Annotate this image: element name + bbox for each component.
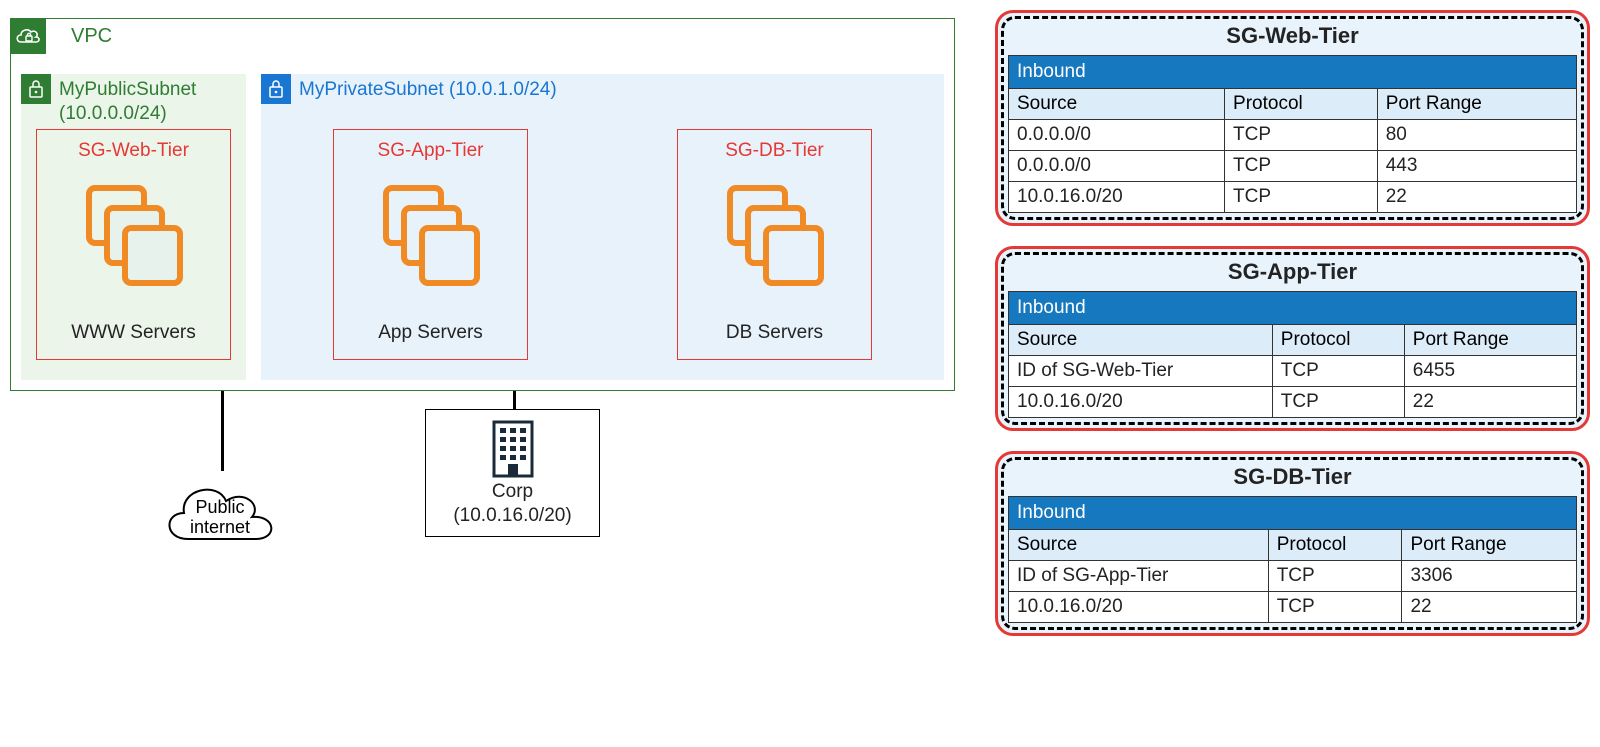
sg-app-tier-box: SG-App-Tier App Servers [333, 129, 528, 360]
sg-web-tier-title: SG-Web-Tier [42, 140, 225, 162]
corp-name: Corp [440, 480, 585, 504]
cell-source: ID of SG-App-Tier [1009, 561, 1269, 592]
table-row: ID of SG-Web-TierTCP6455 [1009, 356, 1577, 387]
inbound-header: Inbound [1009, 292, 1577, 325]
app-servers-label: App Servers [339, 322, 522, 344]
sg-app-tier-rules: SG-App-Tier Inbound Source Protocol Port… [995, 246, 1590, 431]
col-port: Port Range [1404, 325, 1576, 356]
table-row: 10.0.16.0/20TCP22 [1009, 182, 1577, 213]
cell-port: 443 [1377, 151, 1576, 182]
db-servers-label: DB Servers [683, 322, 866, 344]
instances-stack-icon [74, 180, 194, 300]
col-protocol: Protocol [1272, 325, 1404, 356]
col-source: Source [1009, 89, 1225, 120]
building-icon [488, 418, 538, 478]
public-subnet: MyPublicSubnet (10.0.0.0/24) SG-Web-Tier… [21, 74, 246, 380]
cell-source: 0.0.0.0/0 [1009, 120, 1225, 151]
sg-app-rules-table: Inbound Source Protocol Port Range ID of… [1008, 291, 1577, 418]
instances-stack-icon [371, 180, 491, 300]
sg-app-tier-title: SG-App-Tier [339, 140, 522, 162]
sg-db-tier-box: SG-DB-Tier DB Servers [677, 129, 872, 360]
table-row: 0.0.0.0/0TCP80 [1009, 120, 1577, 151]
cell-source: 10.0.16.0/20 [1009, 387, 1273, 418]
sg-db-tier-rules: SG-DB-Tier Inbound Source Protocol Port … [995, 451, 1590, 636]
sg-app-rules-title: SG-App-Tier [1008, 259, 1577, 285]
cell-protocol: TCP [1272, 387, 1404, 418]
cell-port: 22 [1402, 592, 1577, 623]
cell-port: 3306 [1402, 561, 1577, 592]
www-servers-label: WWW Servers [42, 322, 225, 344]
private-subnet: MyPrivateSubnet (10.0.1.0/24) SG-App-Tie… [261, 74, 944, 380]
cell-port: 6455 [1404, 356, 1576, 387]
col-protocol: Protocol [1225, 89, 1378, 120]
cell-protocol: TCP [1225, 120, 1378, 151]
cell-port: 22 [1377, 182, 1576, 213]
inbound-header: Inbound [1009, 56, 1577, 89]
lock-icon [21, 74, 51, 104]
sg-web-rules-title: SG-Web-Tier [1008, 23, 1577, 49]
cell-port: 80 [1377, 120, 1576, 151]
col-source: Source [1009, 530, 1269, 561]
vpc-container: VPC MyPublicSubnet (10.0.0.0/24) SG-Web-… [10, 18, 955, 391]
cloud-icon: Public internet [158, 471, 283, 551]
sg-web-rules-table: Inbound Source Protocol Port Range 0.0.0… [1008, 55, 1577, 213]
inbound-header: Inbound [1009, 497, 1577, 530]
instances-stack-icon [715, 180, 835, 300]
private-subnet-label: MyPrivateSubnet (10.0.1.0/24) [299, 78, 557, 102]
cloud-lock-icon [10, 18, 46, 54]
cell-protocol: TCP [1225, 151, 1378, 182]
corp-cidr: (10.0.16.0/20) [440, 504, 585, 528]
svg-text:internet: internet [190, 517, 250, 537]
table-row: ID of SG-App-TierTCP3306 [1009, 561, 1577, 592]
vpc-label: VPC [71, 25, 112, 48]
cell-source: 0.0.0.0/0 [1009, 151, 1225, 182]
corp-box: Corp (10.0.16.0/20) [425, 409, 600, 537]
sg-db-tier-title: SG-DB-Tier [683, 140, 866, 162]
cell-protocol: TCP [1268, 592, 1402, 623]
architecture-panel: VPC MyPublicSubnet (10.0.0.0/24) SG-Web-… [10, 10, 955, 606]
sg-web-tier-box: SG-Web-Tier WWW Servers [36, 129, 231, 360]
public-internet: Public internet [158, 471, 283, 551]
external-entities: Public internet [10, 391, 955, 606]
subnets-row: MyPublicSubnet (10.0.0.0/24) SG-Web-Tier… [21, 74, 944, 380]
sg-web-rows: 0.0.0.0/0TCP800.0.0.0/0TCP44310.0.16.0/2… [1009, 120, 1577, 213]
cell-port: 22 [1404, 387, 1576, 418]
col-source: Source [1009, 325, 1273, 356]
cell-protocol: TCP [1272, 356, 1404, 387]
cell-protocol: TCP [1225, 182, 1378, 213]
col-port: Port Range [1402, 530, 1577, 561]
cell-source: ID of SG-Web-Tier [1009, 356, 1273, 387]
corp-network: Corp (10.0.16.0/20) [425, 409, 600, 537]
cell-protocol: TCP [1268, 561, 1402, 592]
cell-source: 10.0.16.0/20 [1009, 182, 1225, 213]
table-row: 10.0.16.0/20TCP22 [1009, 387, 1577, 418]
sg-web-tier-rules: SG-Web-Tier Inbound Source Protocol Port… [995, 10, 1590, 226]
connector-line [513, 391, 516, 409]
col-protocol: Protocol [1268, 530, 1402, 561]
connector-line [221, 391, 224, 471]
sg-db-rules-table: Inbound Source Protocol Port Range ID of… [1008, 496, 1577, 623]
sg-app-rows: ID of SG-Web-TierTCP645510.0.16.0/20TCP2… [1009, 356, 1577, 418]
col-port: Port Range [1377, 89, 1576, 120]
lock-icon [261, 74, 291, 104]
sg-db-rows: ID of SG-App-TierTCP330610.0.16.0/20TCP2… [1009, 561, 1577, 623]
public-subnet-label: MyPublicSubnet (10.0.0.0/24) [59, 78, 246, 126]
aws-architecture-diagram: VPC MyPublicSubnet (10.0.0.0/24) SG-Web-… [10, 10, 1590, 656]
table-row: 0.0.0.0/0TCP443 [1009, 151, 1577, 182]
svg-text:Public: Public [195, 497, 244, 517]
sg-db-rules-title: SG-DB-Tier [1008, 464, 1577, 490]
table-row: 10.0.16.0/20TCP22 [1009, 592, 1577, 623]
cell-source: 10.0.16.0/20 [1009, 592, 1269, 623]
security-group-rules-panel: SG-Web-Tier Inbound Source Protocol Port… [995, 10, 1590, 656]
